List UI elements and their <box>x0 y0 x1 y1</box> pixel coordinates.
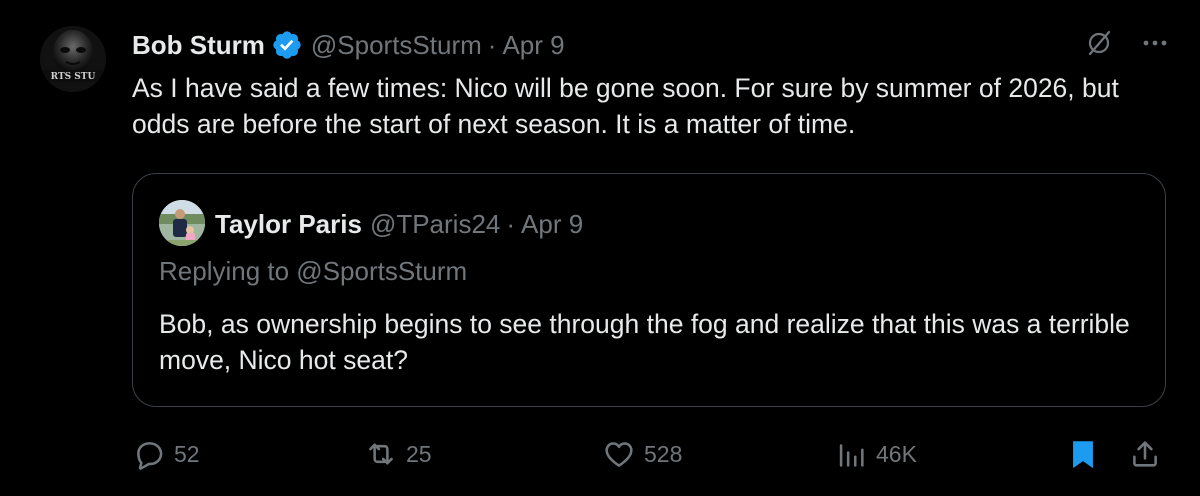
quote-text: Bob, as ownership begins to see through … <box>159 309 1130 375</box>
action-bar: 52 25 528 46K <box>132 434 1172 474</box>
bookmark-icon <box>1066 437 1100 471</box>
quote-header: Taylor Paris @TParis24 · Apr 9 <box>215 204 583 244</box>
quote-author-avatar[interactable] <box>159 200 205 246</box>
reply-button[interactable]: 52 <box>132 434 200 474</box>
views-icon <box>834 437 868 471</box>
quote-date[interactable]: Apr 9 <box>521 209 583 239</box>
verified-badge-icon[interactable] <box>271 29 303 61</box>
like-button[interactable]: 528 <box>602 434 682 474</box>
repost-count: 25 <box>406 440 432 467</box>
author-avatar-image: RTS STU <box>40 26 106 92</box>
like-count: 528 <box>644 440 683 467</box>
tweet-top-actions <box>1084 26 1170 64</box>
more-icon[interactable] <box>1140 28 1170 63</box>
quote-author-name[interactable]: Taylor Paris <box>215 209 362 240</box>
grok-icon[interactable] <box>1084 28 1114 63</box>
author-avatar[interactable]: RTS STU <box>40 26 106 92</box>
reply-icon <box>132 437 166 471</box>
svg-text:RTS STU: RTS STU <box>51 72 96 82</box>
reply-count: 52 <box>174 440 200 467</box>
quote-author-handle[interactable]: @TParis24 <box>370 209 500 239</box>
like-icon <box>602 437 636 471</box>
views-button[interactable]: 46K <box>834 434 917 474</box>
quote-author-avatar-image <box>159 200 205 246</box>
meta-separator: · <box>487 29 497 60</box>
bookmark-button[interactable] <box>1066 434 1100 474</box>
share-button[interactable] <box>1128 434 1162 474</box>
views-count: 46K <box>876 440 917 467</box>
share-icon <box>1128 437 1162 471</box>
tweet-header: Bob Sturm @SportsSturm · Apr 9 <box>132 26 565 64</box>
tweet-date[interactable]: Apr 9 <box>502 30 564 60</box>
repost-button[interactable]: 25 <box>364 434 432 474</box>
quote-meta-separator: · <box>506 208 516 239</box>
tweet-meta: @SportsSturm · Apr 9 <box>311 30 565 61</box>
replying-to: Replying to @SportsSturm <box>159 256 468 286</box>
tweet-text: As I have said a few times: Nico will be… <box>132 73 1119 139</box>
quote-tweet[interactable]: Taylor Paris @TParis24 · Apr 9 Replying to… <box>132 173 1166 407</box>
author-name[interactable]: Bob Sturm <box>132 30 265 61</box>
repost-icon <box>364 437 398 471</box>
quote-meta: @TParis24 · Apr 9 <box>370 209 583 240</box>
author-handle[interactable]: @SportsSturm <box>311 30 482 60</box>
